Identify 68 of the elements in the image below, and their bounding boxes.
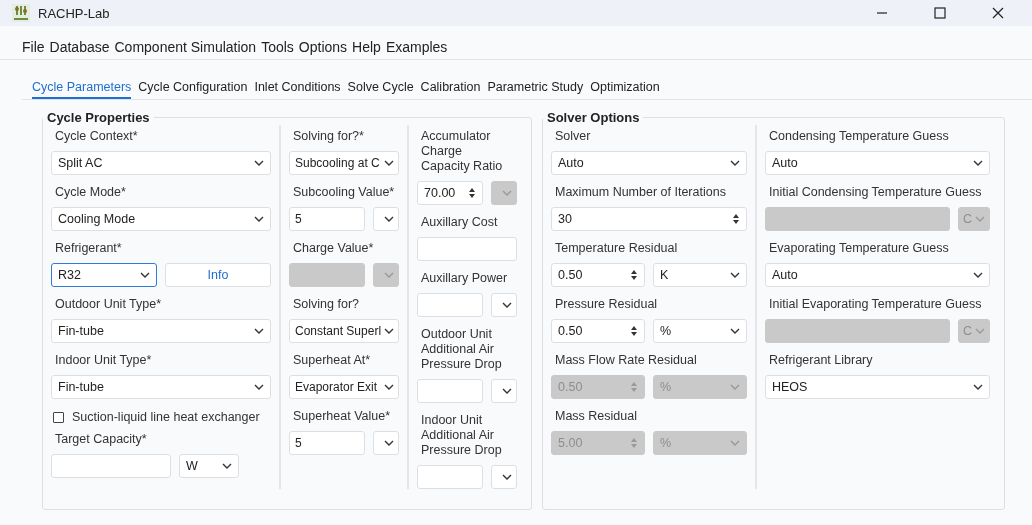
field-label: Outdoor Unit Type* [54, 296, 163, 313]
tab[interactable]: Cycle Parameters [32, 78, 132, 99]
field-label: Refrigerant Library [768, 352, 874, 369]
tab[interactable]: Solve Cycle [347, 78, 414, 99]
field-label: Auxillary Cost [420, 214, 499, 231]
input-field[interactable]: 5 [289, 207, 365, 231]
field-label: Solving for? [292, 296, 360, 313]
dropdown[interactable]: Cooling Mode [51, 207, 271, 231]
spin-box[interactable]: 30 [551, 207, 747, 231]
input-field[interactable]: 5 [289, 431, 365, 455]
dropdown[interactable]: Fin-tube [51, 375, 271, 399]
dropdown[interactable]: Auto [765, 263, 990, 287]
dropdown[interactable]: Subcooling at C [289, 151, 399, 175]
tab[interactable]: Optimization [590, 78, 660, 99]
dropdown[interactable]: Evaporator Exit [289, 375, 399, 399]
dropdown[interactable]: Auto [551, 151, 747, 175]
spin-box[interactable]: 0.50 [551, 319, 645, 343]
field-label: Indoor Unit Type* [54, 352, 153, 369]
field-label: Cycle Context* [54, 128, 139, 145]
field-label: Condensing Temperature Guess [768, 128, 950, 145]
tab[interactable]: Inlet Conditions [254, 78, 341, 99]
checkbox-label: Suction-liquid line heat exchanger [72, 410, 260, 424]
field-label: Target Capacity* [54, 431, 148, 448]
menu-item[interactable]: Database [49, 39, 110, 55]
field-label: Superheat At* [292, 352, 372, 369]
spin-box[interactable]: 70.00 [417, 181, 483, 205]
field-label: Cycle Mode* [54, 184, 127, 201]
spin-box[interactable]: 0.50 [551, 263, 645, 287]
info-button[interactable]: Info [165, 263, 271, 287]
field-label: Refrigerant* [54, 240, 123, 257]
field-label: Charge Value* [292, 240, 375, 257]
window-title: RACHP-Lab [38, 5, 110, 21]
field-label: Solver [554, 128, 592, 145]
menu-item[interactable]: File [22, 39, 45, 55]
menu-item[interactable]: Component Simulation [114, 39, 257, 55]
dropdown[interactable]: Split AC [51, 151, 271, 175]
group-title: Solver Options [546, 110, 641, 125]
dropdown[interactable]: R32 [51, 263, 157, 287]
tab[interactable]: Cycle Configuration [138, 78, 248, 99]
field-label: Initial Evaporating Temperature Guess [768, 296, 983, 313]
unit-dropdown[interactable]: % [653, 319, 747, 343]
unit-dropdown[interactable]: W [179, 454, 239, 478]
field-label: Indoor Unit Additional Air Pressure Drop [420, 412, 503, 459]
field-label: Mass Residual [554, 408, 638, 425]
menu-item[interactable]: Options [298, 39, 348, 55]
menu-item[interactable]: Examples [385, 39, 448, 55]
field-label: Evaporating Temperature Guess [768, 240, 950, 257]
group-title: Cycle Properties [46, 110, 151, 125]
field-label: Solving for?* [292, 128, 365, 145]
field-label: Temperature Residual [554, 240, 679, 257]
dropdown[interactable]: Fin-tube [51, 319, 271, 343]
menu-item[interactable]: Tools [261, 39, 294, 55]
field-label: Subcooling Value* [292, 184, 396, 201]
field-label: Mass Flow Rate Residual [554, 352, 698, 369]
tab[interactable]: Calibration [420, 78, 481, 99]
unit-dropdown[interactable]: K [653, 263, 747, 287]
dropdown[interactable]: Auto [765, 151, 990, 175]
field-label: Initial Condensing Temperature Guess [768, 184, 983, 201]
field-label: Superheat Value* [292, 408, 392, 425]
dropdown[interactable]: Constant Superl [289, 319, 399, 343]
menu-item[interactable]: Help [352, 39, 381, 55]
field-label: Auxillary Power [420, 270, 509, 287]
field-label: Maximum Number of Iterations [554, 184, 727, 201]
tab[interactable]: Parametric Study [487, 78, 584, 99]
dropdown[interactable]: HEOS [765, 375, 990, 399]
field-label: Accumulator Charge Capacity Ratio [420, 128, 504, 175]
field-label: Outdoor Unit Additional Air Pressure Drop [420, 326, 503, 373]
field-label: Pressure Residual [554, 296, 659, 313]
